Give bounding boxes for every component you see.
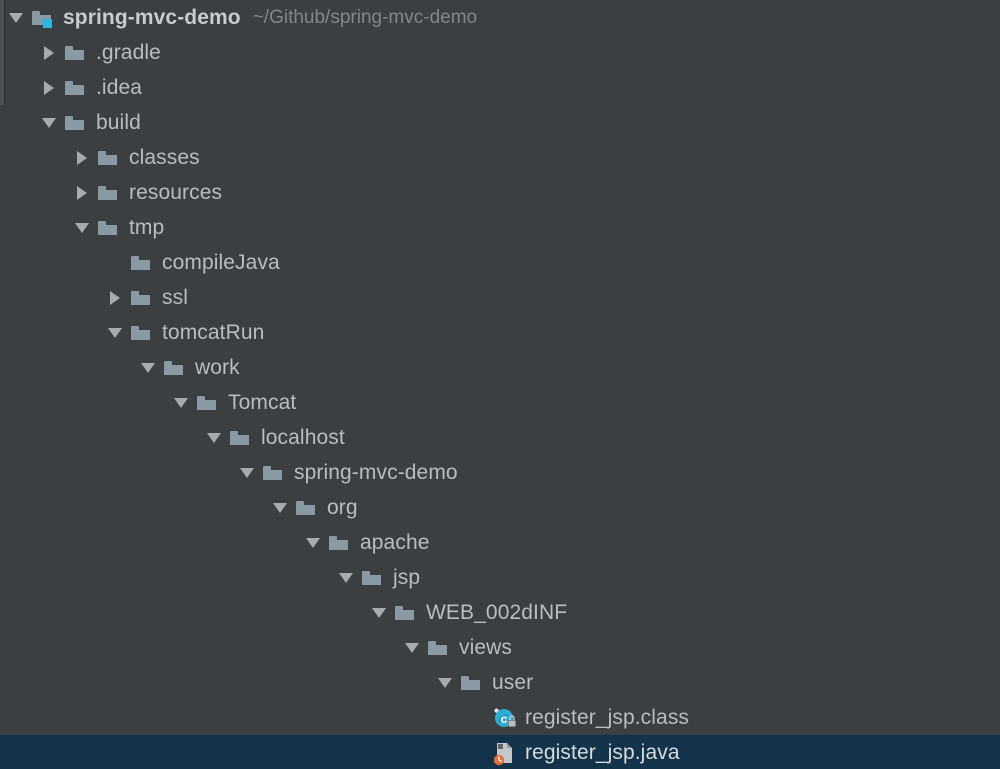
tree-row[interactable]: apache — [0, 525, 1000, 560]
tree-row-label: ssl — [162, 285, 188, 309]
tree-row-label: tmp — [129, 215, 165, 239]
chevron-down-icon[interactable] — [239, 455, 261, 490]
tree-row-label: localhost — [261, 425, 345, 449]
tree-row[interactable]: jsp — [0, 560, 1000, 595]
class-file-icon: c — [492, 705, 518, 731]
project-tree-rows: spring-mvc-demo ~/Github/spring-mvc-demo.… — [0, 0, 1000, 769]
tree-row[interactable]: c register_jsp.class — [0, 700, 1000, 735]
chevron-right-icon[interactable] — [74, 175, 96, 210]
project-tool-window[interactable]: spring-mvc-demo ~/Github/spring-mvc-demo.… — [0, 0, 1000, 769]
tree-row[interactable]: work — [0, 350, 1000, 385]
folder-icon — [360, 565, 386, 591]
chevron-down-icon[interactable] — [371, 595, 393, 630]
tree-row-label: jsp — [393, 565, 421, 589]
tree-row-label: resources — [129, 180, 223, 204]
tree-row[interactable]: .idea — [0, 70, 1000, 105]
folder-icon — [129, 320, 155, 346]
folder-icon — [294, 495, 320, 521]
folder-icon — [261, 460, 287, 486]
tree-row[interactable]: tomcatRun — [0, 315, 1000, 350]
folder-icon — [195, 390, 221, 416]
tree-row-label: Tomcat — [228, 390, 297, 414]
folder-icon — [129, 285, 155, 311]
tree-row-label: spring-mvc-demo — [63, 5, 241, 29]
tree-row[interactable]: build — [0, 105, 1000, 140]
chevron-down-icon[interactable] — [206, 420, 228, 455]
tree-row[interactable]: classes — [0, 140, 1000, 175]
chevron-down-icon[interactable] — [404, 630, 426, 665]
tree-row[interactable]: WEB_002dINF — [0, 595, 1000, 630]
chevron-down-icon[interactable] — [437, 665, 459, 700]
tree-row[interactable]: Tomcat — [0, 385, 1000, 420]
chevron-down-icon[interactable] — [338, 560, 360, 595]
folder-icon — [63, 110, 89, 136]
java-file-icon — [492, 740, 518, 766]
project-path-hint: ~/Github/spring-mvc-demo — [252, 6, 478, 28]
tree-row[interactable]: compileJava — [0, 245, 1000, 280]
chevron-down-icon[interactable] — [305, 525, 327, 560]
tree-row-label: work — [195, 355, 240, 379]
chevron-right-icon[interactable] — [74, 140, 96, 175]
folder-icon — [63, 40, 89, 66]
chevron-down-icon[interactable] — [74, 210, 96, 245]
chevron-right-icon[interactable] — [41, 70, 63, 105]
tree-row-label: org — [327, 495, 358, 519]
tree-row[interactable]: register_jsp.java — [0, 735, 1000, 769]
folder-icon — [426, 635, 452, 661]
module-folder-icon — [30, 5, 56, 31]
tree-row-label: register_jsp.java — [525, 740, 680, 764]
toggle-spacer — [470, 735, 492, 769]
chevron-down-icon[interactable] — [8, 0, 30, 35]
tree-row-label: spring-mvc-demo — [294, 460, 458, 484]
chevron-down-icon[interactable] — [41, 105, 63, 140]
chevron-right-icon[interactable] — [107, 280, 129, 315]
tree-row[interactable]: views — [0, 630, 1000, 665]
tree-row-label: user — [492, 670, 534, 694]
tree-row[interactable]: localhost — [0, 420, 1000, 455]
tree-row[interactable]: user — [0, 665, 1000, 700]
folder-icon — [63, 75, 89, 101]
folder-icon — [96, 145, 122, 171]
svg-text:c: c — [501, 712, 508, 726]
tree-row-label: views — [459, 635, 513, 659]
chevron-down-icon[interactable] — [272, 490, 294, 525]
tree-row-label: compileJava — [162, 250, 280, 274]
tree-row-label: register_jsp.class — [525, 705, 690, 729]
tree-row[interactable]: ssl — [0, 280, 1000, 315]
folder-icon — [327, 530, 353, 556]
folder-icon — [162, 355, 188, 381]
tree-row-label: .gradle — [96, 40, 161, 64]
tree-row[interactable]: tmp — [0, 210, 1000, 245]
tree-row[interactable]: .gradle — [0, 35, 1000, 70]
tree-row-label: apache — [360, 530, 430, 554]
folder-icon — [228, 425, 254, 451]
tree-row[interactable]: org — [0, 490, 1000, 525]
tree-row[interactable]: spring-mvc-demo — [0, 455, 1000, 490]
tree-row[interactable]: spring-mvc-demo ~/Github/spring-mvc-demo — [0, 0, 1000, 35]
folder-icon — [459, 670, 485, 696]
tree-row-label: .idea — [96, 75, 143, 99]
tree-row-label: build — [96, 110, 141, 134]
chevron-down-icon[interactable] — [140, 350, 162, 385]
tree-row-label: tomcatRun — [162, 320, 265, 344]
tree-row-label: classes — [129, 145, 200, 169]
chevron-down-icon[interactable] — [173, 385, 195, 420]
folder-icon — [393, 600, 419, 626]
chevron-down-icon[interactable] — [107, 315, 129, 350]
toggle-spacer — [107, 245, 129, 280]
toggle-spacer — [470, 700, 492, 735]
folder-icon — [96, 215, 122, 241]
tree-row[interactable]: resources — [0, 175, 1000, 210]
folder-icon — [96, 180, 122, 206]
tree-row-label: WEB_002dINF — [426, 600, 568, 624]
chevron-right-icon[interactable] — [41, 35, 63, 70]
folder-icon — [129, 250, 155, 276]
